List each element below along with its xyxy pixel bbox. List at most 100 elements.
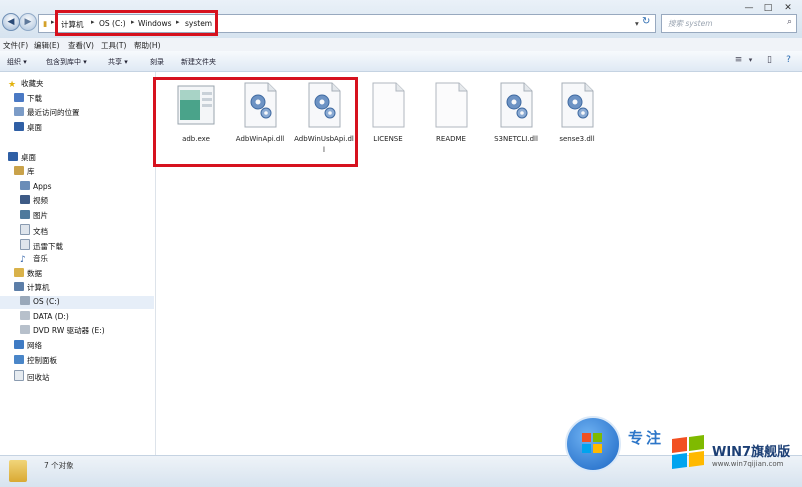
recycle-bin-icon	[14, 370, 24, 381]
menu-edit[interactable]: 编辑(E)	[34, 40, 60, 51]
download-folder-icon	[14, 93, 24, 102]
nav-apps[interactable]: Apps	[20, 181, 52, 194]
address-dropdown-icon[interactable]: ▾	[635, 19, 639, 28]
file-item[interactable]: sense3.dll	[547, 82, 607, 162]
nav-computer[interactable]: 计算机	[14, 282, 50, 295]
nav-network[interactable]: 网络	[14, 340, 42, 353]
search-placeholder: 搜索 system	[668, 19, 713, 28]
nav-control-panel[interactable]: 控制面板	[14, 355, 57, 368]
nav-documents[interactable]: 文档	[20, 224, 48, 237]
refresh-icon[interactable]: ↻	[642, 16, 650, 27]
nav-recycle-bin[interactable]: 回收站	[14, 370, 50, 383]
nav-label: 桌面	[27, 123, 42, 132]
document-icon	[20, 224, 30, 235]
organize-button[interactable]: 组织 ▾	[7, 57, 27, 67]
nav-desktop[interactable]: 桌面	[8, 152, 36, 165]
nav-label: OS (C:)	[33, 297, 60, 306]
include-in-library-button[interactable]: 包含到库中 ▾	[46, 57, 87, 67]
desktop-icon	[14, 122, 24, 131]
nav-libraries[interactable]: 库	[14, 166, 35, 179]
nav-label: 库	[27, 167, 35, 176]
nav-videos[interactable]: 视频	[20, 195, 48, 208]
menu-help[interactable]: 帮助(H)	[134, 40, 161, 51]
file-item[interactable]: LICENSE	[358, 82, 418, 162]
file-item[interactable]: S3NETCLI.dll	[486, 82, 546, 162]
address-highlight-box	[55, 10, 218, 36]
control-panel-icon	[14, 355, 24, 364]
back-button[interactable]: ◀	[2, 13, 20, 31]
file-name: S3NETCLI.dll	[494, 135, 538, 143]
computer-icon	[14, 282, 24, 291]
star-icon: ★	[8, 80, 17, 90]
navigation-pane: ★ 收藏夹 下载 最近访问的位置 桌面 桌面 库 Apps 视频 图片 文档 迅雷…	[0, 72, 156, 455]
nav-drive-c[interactable]: OS (C:)	[0, 296, 154, 309]
music-note-icon: ♪	[20, 255, 26, 265]
minimize-button[interactable]: —	[740, 2, 758, 14]
preview-pane-icon[interactable]: ▯	[764, 55, 775, 66]
menu-file[interactable]: 文件(F)	[3, 40, 28, 51]
menu-tools[interactable]: 工具(T)	[101, 40, 126, 51]
share-button[interactable]: 共享 ▾	[108, 57, 128, 67]
nav-favorites[interactable]: ★ 收藏夹	[8, 78, 44, 91]
dll-gear-icon	[500, 82, 533, 128]
maximize-button[interactable]: □	[759, 2, 777, 14]
video-icon	[20, 195, 30, 204]
chevron-down-icon[interactable]: ▾	[745, 55, 756, 66]
nav-pictures[interactable]: 图片	[20, 210, 48, 223]
watermark-url: www.win7qijian.com	[712, 460, 784, 468]
nav-downloads[interactable]: 下载	[14, 93, 42, 106]
picture-icon	[20, 210, 30, 219]
nav-user-folder[interactable]: 数据	[14, 268, 42, 281]
menu-view[interactable]: 查看(V)	[68, 40, 94, 51]
close-button[interactable]: ✕	[779, 2, 797, 14]
forward-button[interactable]: ▶	[19, 13, 37, 31]
nav-label: 迅雷下载	[33, 242, 63, 251]
nav-label: 桌面	[21, 153, 36, 162]
nav-drive-e[interactable]: DVD RW 驱动器 (E:)	[20, 325, 105, 338]
nav-desktop-fav[interactable]: 桌面	[14, 122, 42, 135]
file-name: LICENSE	[373, 135, 403, 143]
nav-label: 最近访问的位置	[27, 108, 80, 117]
files-highlight-box	[153, 77, 358, 167]
nav-thunder-downloads[interactable]: 迅雷下载	[20, 239, 63, 252]
nav-label: 视频	[33, 196, 48, 205]
nav-label: DATA (D:)	[33, 312, 69, 321]
drive-icon	[20, 311, 30, 320]
burn-button[interactable]: 刻录	[150, 57, 164, 67]
user-folder-icon	[14, 268, 24, 277]
recent-places-icon	[14, 107, 24, 116]
nav-music[interactable]: ♪ 音乐	[20, 253, 48, 266]
folder-icon: ▮	[43, 19, 48, 28]
menu-bar: 文件(F) 编辑(E) 查看(V) 工具(T) 帮助(H)	[0, 38, 802, 52]
windows-orb-logo	[565, 416, 621, 472]
command-bar: 组织 ▾ 包含到库中 ▾ 共享 ▾ 刻录 新建文件夹 ≡ ▾ ▯ ?	[0, 51, 802, 72]
network-icon	[14, 340, 24, 349]
help-icon[interactable]: ?	[783, 55, 794, 66]
file-name: sense3.dll	[559, 135, 595, 143]
view-options-icon[interactable]: ≡	[733, 55, 744, 66]
watermark-brand: WIN7旗舰版	[712, 445, 791, 460]
nav-label: 计算机	[27, 283, 50, 292]
dvd-drive-icon	[20, 325, 30, 334]
library-icon	[14, 166, 24, 175]
blank-file-icon	[372, 82, 405, 128]
dll-gear-icon	[561, 82, 594, 128]
nav-label: 回收站	[27, 373, 50, 382]
nav-label: 文档	[33, 227, 48, 236]
folder-icon	[9, 460, 27, 482]
new-folder-button[interactable]: 新建文件夹	[181, 57, 216, 67]
blank-file-icon	[435, 82, 468, 128]
search-input[interactable]: 搜索 system ⌕	[661, 14, 797, 33]
file-item[interactable]: README	[421, 82, 481, 162]
apps-library-icon	[20, 181, 30, 190]
nav-drive-d[interactable]: DATA (D:)	[20, 311, 69, 324]
nav-label: 图片	[33, 211, 48, 220]
nav-label: 网络	[27, 341, 42, 350]
nav-label: 下载	[27, 94, 42, 103]
nav-label: 音乐	[33, 254, 48, 263]
desktop-icon	[8, 152, 18, 161]
search-icon[interactable]: ⌕	[787, 17, 792, 27]
item-count: 7 个对象	[44, 461, 74, 470]
nav-label: 数据	[27, 269, 42, 278]
nav-recent-places[interactable]: 最近访问的位置	[14, 107, 80, 120]
